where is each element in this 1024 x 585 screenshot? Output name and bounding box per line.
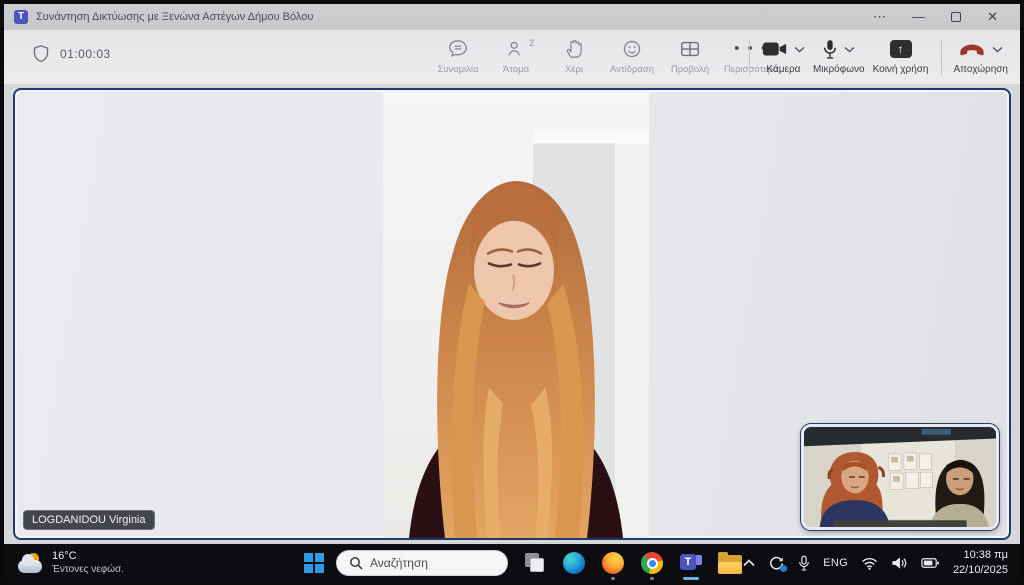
grid-view-icon [678,37,702,61]
weather-temperature: 16°C [52,550,124,564]
main-video-tile[interactable]: LOGDANIDOU Virginia [13,88,1011,540]
chat-button[interactable]: Συνομιλία [432,35,484,77]
raise-hand-label: Χέρι [565,64,583,75]
participant-video [383,90,649,538]
close-icon[interactable]: ✕ [987,10,998,24]
maximize-icon[interactable] [951,12,961,22]
people-count-badge: 2 [529,38,534,48]
tray-chevron-icon[interactable] [743,559,755,567]
hangup-icon [958,42,986,56]
start-button[interactable] [304,553,324,573]
smiley-icon [621,37,643,61]
chat-label: Συνομιλία [437,64,478,75]
raise-hand-button[interactable]: Χέρι [548,35,600,77]
volume-icon[interactable] [891,556,908,570]
view-label: Προβολή [671,64,709,75]
edge-icon[interactable] [561,550,587,576]
people-icon: 2 [505,37,527,61]
react-label: Αντίδραση [610,64,654,75]
camera-button[interactable]: Κάμερα [758,35,809,77]
clock-time: 10:38 πμ [963,549,1008,561]
sync-status-icon[interactable] [768,555,785,572]
monitor-photo: T Συνάντηση Δικτύωσης με Ξενώνα Αστέγων … [0,0,1024,585]
search-input[interactable] [370,556,480,570]
wifi-icon[interactable] [861,557,878,570]
meeting-timer: 01:00:03 [60,47,111,61]
camera-chevron-icon[interactable] [794,46,805,53]
teams-taskbar-icon[interactable]: T [678,550,704,576]
view-button[interactable]: Προβολή [664,35,716,77]
hand-icon [564,37,584,61]
weather-widget[interactable]: 16°C Έντονες νεφώσ. [4,550,194,576]
people-button[interactable]: 2 Άτομα [490,35,542,77]
weather-icon [18,553,44,573]
firefox-icon[interactable] [600,550,626,576]
toolbar-divider [941,39,942,75]
microphone-icon [822,39,838,60]
window-titlebar: T Συνάντηση Δικτύωσης με Ξενώνα Αστέγων … [4,4,1020,30]
window-title: Συνάντηση Δικτύωσης με Ξενώνα Αστέγων Δή… [36,11,313,23]
microphone-chevron-icon[interactable] [844,46,855,53]
windows-taskbar: 16°C Έντονες νεφώσ. [4,544,1020,582]
leave-button[interactable]: Αποχώρηση [950,35,1013,77]
share-label: Κοινή χρήση [873,64,929,75]
share-icon: ↑ [890,40,912,58]
microphone-label: Μικρόφωνο [813,64,865,75]
clock-date: 22/10/2025 [953,564,1008,576]
camera-label: Κάμερα [766,64,800,75]
clock[interactable]: 10:38 πμ 22/10/2025 [953,548,1008,578]
file-explorer-icon[interactable] [717,550,743,576]
minimize-icon[interactable]: — [912,10,925,24]
chat-icon [447,37,469,61]
leave-chevron-icon[interactable] [992,46,1003,53]
meeting-toolbar: 01:00:03 Συνομιλία 2 Άτομα Χέρι [4,30,1020,84]
leave-label: Αποχώρηση [954,64,1009,75]
window-more-icon[interactable]: ⋯ [873,10,886,24]
people-label: Άτομα [503,64,529,75]
meeting-stage-area: LOGDANIDOU Virginia [4,84,1020,545]
participant-name-badge: LOGDANIDOU Virginia [23,510,155,530]
react-button[interactable]: Αντίδραση [606,35,658,77]
tray-microphone-icon[interactable] [798,555,810,572]
search-box[interactable] [336,550,508,576]
chrome-icon[interactable] [639,550,665,576]
self-view-video[interactable] [801,424,999,530]
search-icon [349,556,363,570]
share-button[interactable]: ↑ Κοινή χρήση [869,35,933,77]
teams-app-icon: T [14,10,28,24]
toolbar-divider [749,39,750,75]
language-indicator[interactable]: ENG [823,557,848,569]
shield-icon[interactable] [32,44,50,64]
weather-condition: Έντονες νεφώσ. [52,564,124,577]
microphone-button[interactable]: Μικρόφωνο [809,35,869,77]
task-view-button[interactable] [522,550,548,576]
camera-icon [762,40,788,58]
battery-icon[interactable] [921,557,940,569]
